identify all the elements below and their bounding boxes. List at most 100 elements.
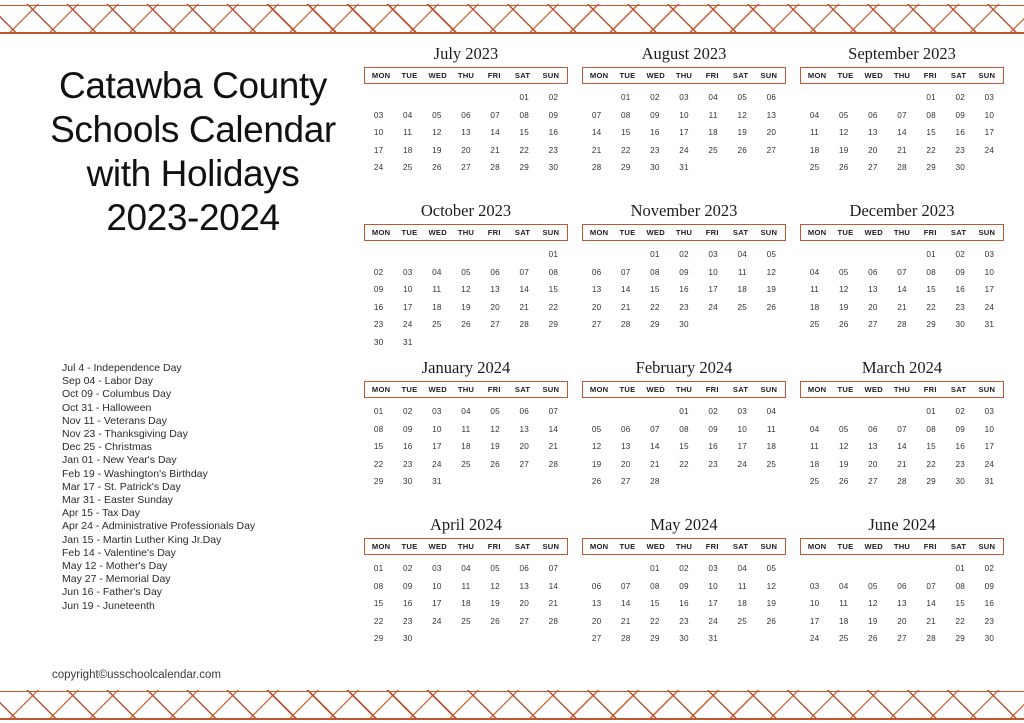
day-cell[interactable]: 26 bbox=[451, 316, 480, 334]
day-cell[interactable]: 21 bbox=[510, 299, 539, 317]
day-cell[interactable]: 23 bbox=[946, 142, 975, 160]
day-cell[interactable]: 09 bbox=[640, 107, 669, 125]
day-cell[interactable]: 07 bbox=[539, 560, 568, 578]
day-cell[interactable]: 25 bbox=[800, 159, 829, 177]
day-cell[interactable]: 02 bbox=[669, 560, 698, 578]
day-cell[interactable]: 19 bbox=[757, 595, 786, 613]
day-cell[interactable]: 29 bbox=[510, 159, 539, 177]
day-cell[interactable]: 04 bbox=[422, 264, 451, 282]
day-cell[interactable]: 03 bbox=[975, 403, 1004, 421]
day-cell[interactable]: 05 bbox=[582, 421, 611, 439]
day-cell[interactable]: 07 bbox=[611, 578, 640, 596]
day-cell[interactable]: 03 bbox=[975, 89, 1004, 107]
day-cell[interactable]: 30 bbox=[539, 159, 568, 177]
day-cell[interactable]: 04 bbox=[393, 107, 422, 125]
day-cell[interactable]: 18 bbox=[800, 142, 829, 160]
day-cell[interactable]: 14 bbox=[917, 595, 946, 613]
day-cell[interactable]: 26 bbox=[728, 142, 757, 160]
day-cell[interactable]: 11 bbox=[800, 281, 829, 299]
day-cell[interactable]: 24 bbox=[975, 299, 1004, 317]
day-cell[interactable]: 17 bbox=[728, 438, 757, 456]
day-cell[interactable]: 21 bbox=[611, 299, 640, 317]
day-cell[interactable]: 12 bbox=[728, 107, 757, 125]
day-cell[interactable]: 10 bbox=[393, 281, 422, 299]
day-cell[interactable]: 19 bbox=[582, 456, 611, 474]
day-cell[interactable]: 11 bbox=[728, 264, 757, 282]
day-cell[interactable]: 14 bbox=[611, 281, 640, 299]
day-cell[interactable]: 19 bbox=[858, 613, 887, 631]
day-cell[interactable]: 12 bbox=[829, 438, 858, 456]
day-cell[interactable]: 31 bbox=[669, 159, 698, 177]
day-cell[interactable]: 04 bbox=[451, 403, 480, 421]
day-cell[interactable]: 13 bbox=[582, 281, 611, 299]
day-cell[interactable]: 17 bbox=[422, 438, 451, 456]
day-cell[interactable]: 14 bbox=[539, 578, 568, 596]
day-cell[interactable]: 23 bbox=[640, 142, 669, 160]
day-cell[interactable]: 15 bbox=[640, 595, 669, 613]
day-cell[interactable]: 20 bbox=[858, 456, 887, 474]
day-cell[interactable]: 30 bbox=[393, 473, 422, 491]
day-cell[interactable]: 28 bbox=[917, 630, 946, 648]
day-cell[interactable]: 24 bbox=[975, 142, 1004, 160]
day-cell[interactable]: 10 bbox=[975, 264, 1004, 282]
day-cell[interactable]: 20 bbox=[887, 613, 916, 631]
day-cell[interactable]: 11 bbox=[728, 578, 757, 596]
day-cell[interactable]: 26 bbox=[829, 473, 858, 491]
day-cell[interactable]: 12 bbox=[422, 124, 451, 142]
day-cell[interactable]: 20 bbox=[510, 438, 539, 456]
day-cell[interactable]: 13 bbox=[582, 595, 611, 613]
day-cell[interactable]: 17 bbox=[699, 281, 728, 299]
day-cell[interactable]: 02 bbox=[946, 403, 975, 421]
day-cell[interactable]: 05 bbox=[422, 107, 451, 125]
day-cell[interactable]: 28 bbox=[611, 630, 640, 648]
day-cell[interactable]: 04 bbox=[728, 560, 757, 578]
day-cell[interactable]: 07 bbox=[510, 264, 539, 282]
day-cell[interactable]: 23 bbox=[539, 142, 568, 160]
day-cell[interactable]: 07 bbox=[917, 578, 946, 596]
day-cell[interactable]: 09 bbox=[975, 578, 1004, 596]
day-cell[interactable]: 02 bbox=[946, 89, 975, 107]
day-cell[interactable]: 08 bbox=[364, 578, 393, 596]
day-cell[interactable]: 25 bbox=[451, 456, 480, 474]
day-cell[interactable]: 26 bbox=[858, 630, 887, 648]
day-cell[interactable]: 10 bbox=[975, 107, 1004, 125]
day-cell[interactable]: 09 bbox=[699, 421, 728, 439]
day-cell[interactable]: 13 bbox=[858, 438, 887, 456]
day-cell[interactable]: 24 bbox=[728, 456, 757, 474]
day-cell[interactable]: 01 bbox=[917, 246, 946, 264]
day-cell[interactable]: 29 bbox=[946, 630, 975, 648]
day-cell[interactable]: 01 bbox=[917, 403, 946, 421]
day-cell[interactable]: 23 bbox=[946, 299, 975, 317]
day-cell[interactable]: 28 bbox=[582, 159, 611, 177]
day-cell[interactable]: 19 bbox=[728, 124, 757, 142]
day-cell[interactable]: 13 bbox=[611, 438, 640, 456]
day-cell[interactable]: 08 bbox=[539, 264, 568, 282]
day-cell[interactable]: 27 bbox=[858, 159, 887, 177]
day-cell[interactable]: 27 bbox=[582, 316, 611, 334]
day-cell[interactable]: 15 bbox=[611, 124, 640, 142]
day-cell[interactable]: 19 bbox=[829, 299, 858, 317]
day-cell[interactable]: 08 bbox=[640, 264, 669, 282]
day-cell[interactable]: 13 bbox=[757, 107, 786, 125]
day-cell[interactable]: 09 bbox=[539, 107, 568, 125]
day-cell[interactable]: 24 bbox=[699, 299, 728, 317]
day-cell[interactable]: 03 bbox=[422, 403, 451, 421]
day-cell[interactable]: 01 bbox=[946, 560, 975, 578]
day-cell[interactable]: 26 bbox=[481, 456, 510, 474]
day-cell[interactable]: 17 bbox=[800, 613, 829, 631]
day-cell[interactable]: 29 bbox=[917, 316, 946, 334]
day-cell[interactable]: 08 bbox=[946, 578, 975, 596]
day-cell[interactable]: 26 bbox=[481, 613, 510, 631]
day-cell[interactable]: 15 bbox=[946, 595, 975, 613]
day-cell[interactable]: 27 bbox=[481, 316, 510, 334]
day-cell[interactable]: 06 bbox=[582, 578, 611, 596]
day-cell[interactable]: 22 bbox=[364, 613, 393, 631]
day-cell[interactable]: 26 bbox=[829, 159, 858, 177]
day-cell[interactable]: 17 bbox=[975, 281, 1004, 299]
day-cell[interactable]: 01 bbox=[640, 246, 669, 264]
day-cell[interactable]: 24 bbox=[975, 456, 1004, 474]
day-cell[interactable]: 24 bbox=[422, 456, 451, 474]
day-cell[interactable]: 26 bbox=[757, 299, 786, 317]
day-cell[interactable]: 20 bbox=[858, 299, 887, 317]
day-cell[interactable]: 10 bbox=[728, 421, 757, 439]
